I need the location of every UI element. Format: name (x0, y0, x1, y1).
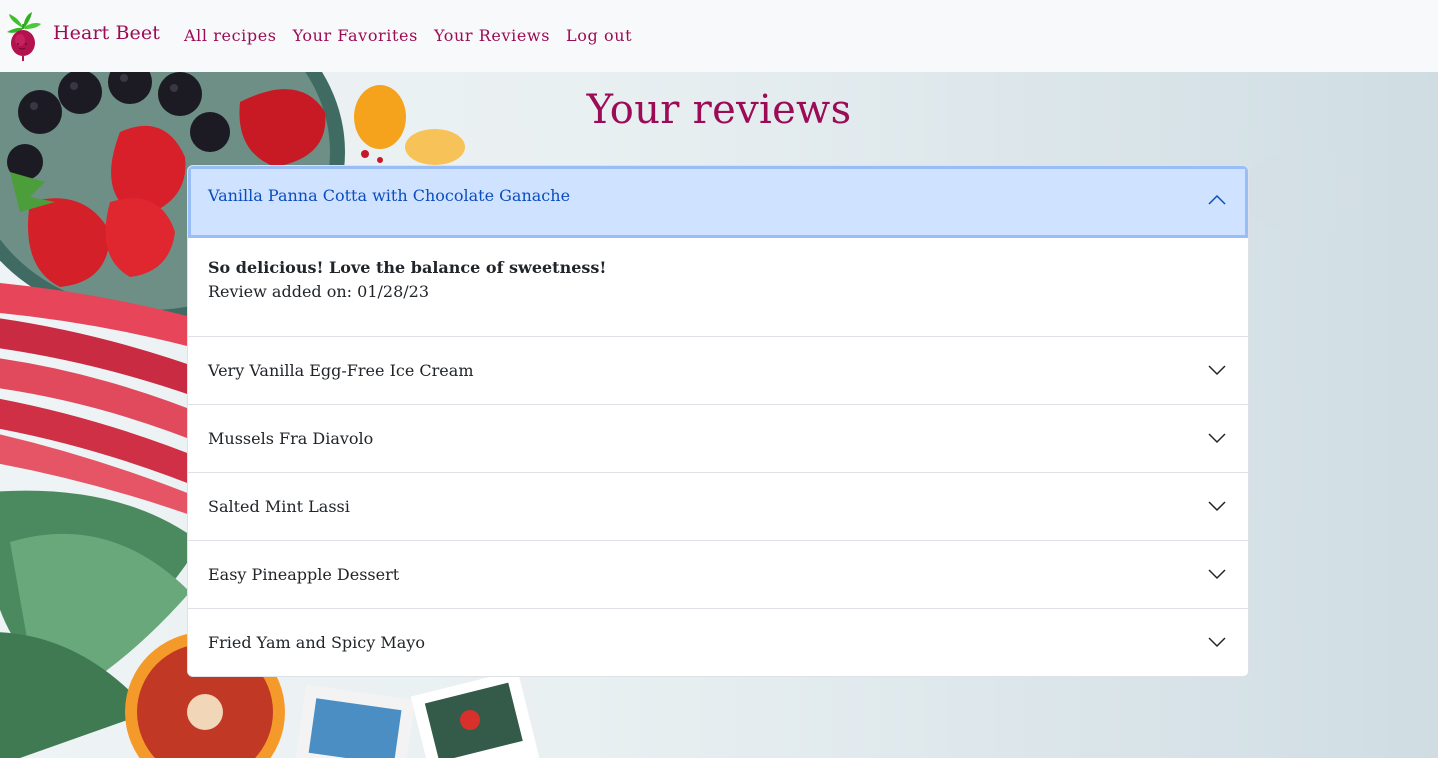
brand-link[interactable]: Heart Beet (4, 10, 160, 62)
chevron-up-icon (1208, 194, 1226, 205)
reviews-accordion: Vanilla Panna Cotta with Chocolate Ganac… (187, 165, 1249, 677)
review-recipe-title: Fried Yam and Spicy Mayo (208, 633, 425, 652)
review-recipe-title: Mussels Fra Diavolo (208, 429, 374, 448)
navbar: Heart Beet All recipes Your Favorites Yo… (0, 0, 1438, 72)
review-recipe-title: Salted Mint Lassi (208, 497, 350, 516)
nav-link-log-out[interactable]: Log out (566, 26, 632, 45)
page-title: Your reviews (586, 87, 852, 133)
review-header-button[interactable]: Easy Pineapple Dessert (188, 541, 1248, 608)
chevron-down-icon (1208, 637, 1226, 648)
chevron-down-icon (1208, 569, 1226, 580)
chevron-down-icon (1208, 365, 1226, 376)
review-header-button[interactable]: Mussels Fra Diavolo (188, 405, 1248, 472)
review-item: Salted Mint Lassi (188, 472, 1248, 540)
nav-link-your-favorites[interactable]: Your Favorites (293, 26, 418, 45)
review-body: So delicious! Love the balance of sweetn… (188, 238, 1248, 336)
review-header-button[interactable]: Fried Yam and Spicy Mayo (188, 609, 1248, 676)
nav-link-all-recipes[interactable]: All recipes (184, 26, 277, 45)
review-header-button[interactable]: Vanilla Panna Cotta with Chocolate Ganac… (188, 166, 1248, 238)
review-item: Easy Pineapple Dessert (188, 540, 1248, 608)
beet-logo-icon (7, 12, 41, 61)
review-recipe-title: Vanilla Panna Cotta with Chocolate Ganac… (208, 186, 571, 205)
review-header-button[interactable]: Salted Mint Lassi (188, 473, 1248, 540)
review-recipe-title: Very Vanilla Egg-Free Ice Cream (208, 361, 474, 380)
review-item: Fried Yam and Spicy Mayo (188, 608, 1248, 676)
review-date: Review added on: 01/28/23 (208, 282, 430, 301)
review-text: So delicious! Love the balance of sweetn… (208, 258, 607, 277)
review-item: Vanilla Panna Cotta with Chocolate Ganac… (188, 166, 1248, 336)
chevron-down-icon (1208, 433, 1226, 444)
nav-link-your-reviews[interactable]: Your Reviews (434, 26, 550, 45)
review-item: Mussels Fra Diavolo (188, 404, 1248, 472)
brand-name: Heart Beet (53, 21, 160, 44)
nav-links: All recipes Your Favorites Your Reviews … (184, 26, 648, 45)
review-header-button[interactable]: Very Vanilla Egg-Free Ice Cream (188, 337, 1248, 404)
review-recipe-title: Easy Pineapple Dessert (208, 565, 400, 584)
chevron-down-icon (1208, 501, 1226, 512)
review-item: Very Vanilla Egg-Free Ice Cream (188, 336, 1248, 404)
